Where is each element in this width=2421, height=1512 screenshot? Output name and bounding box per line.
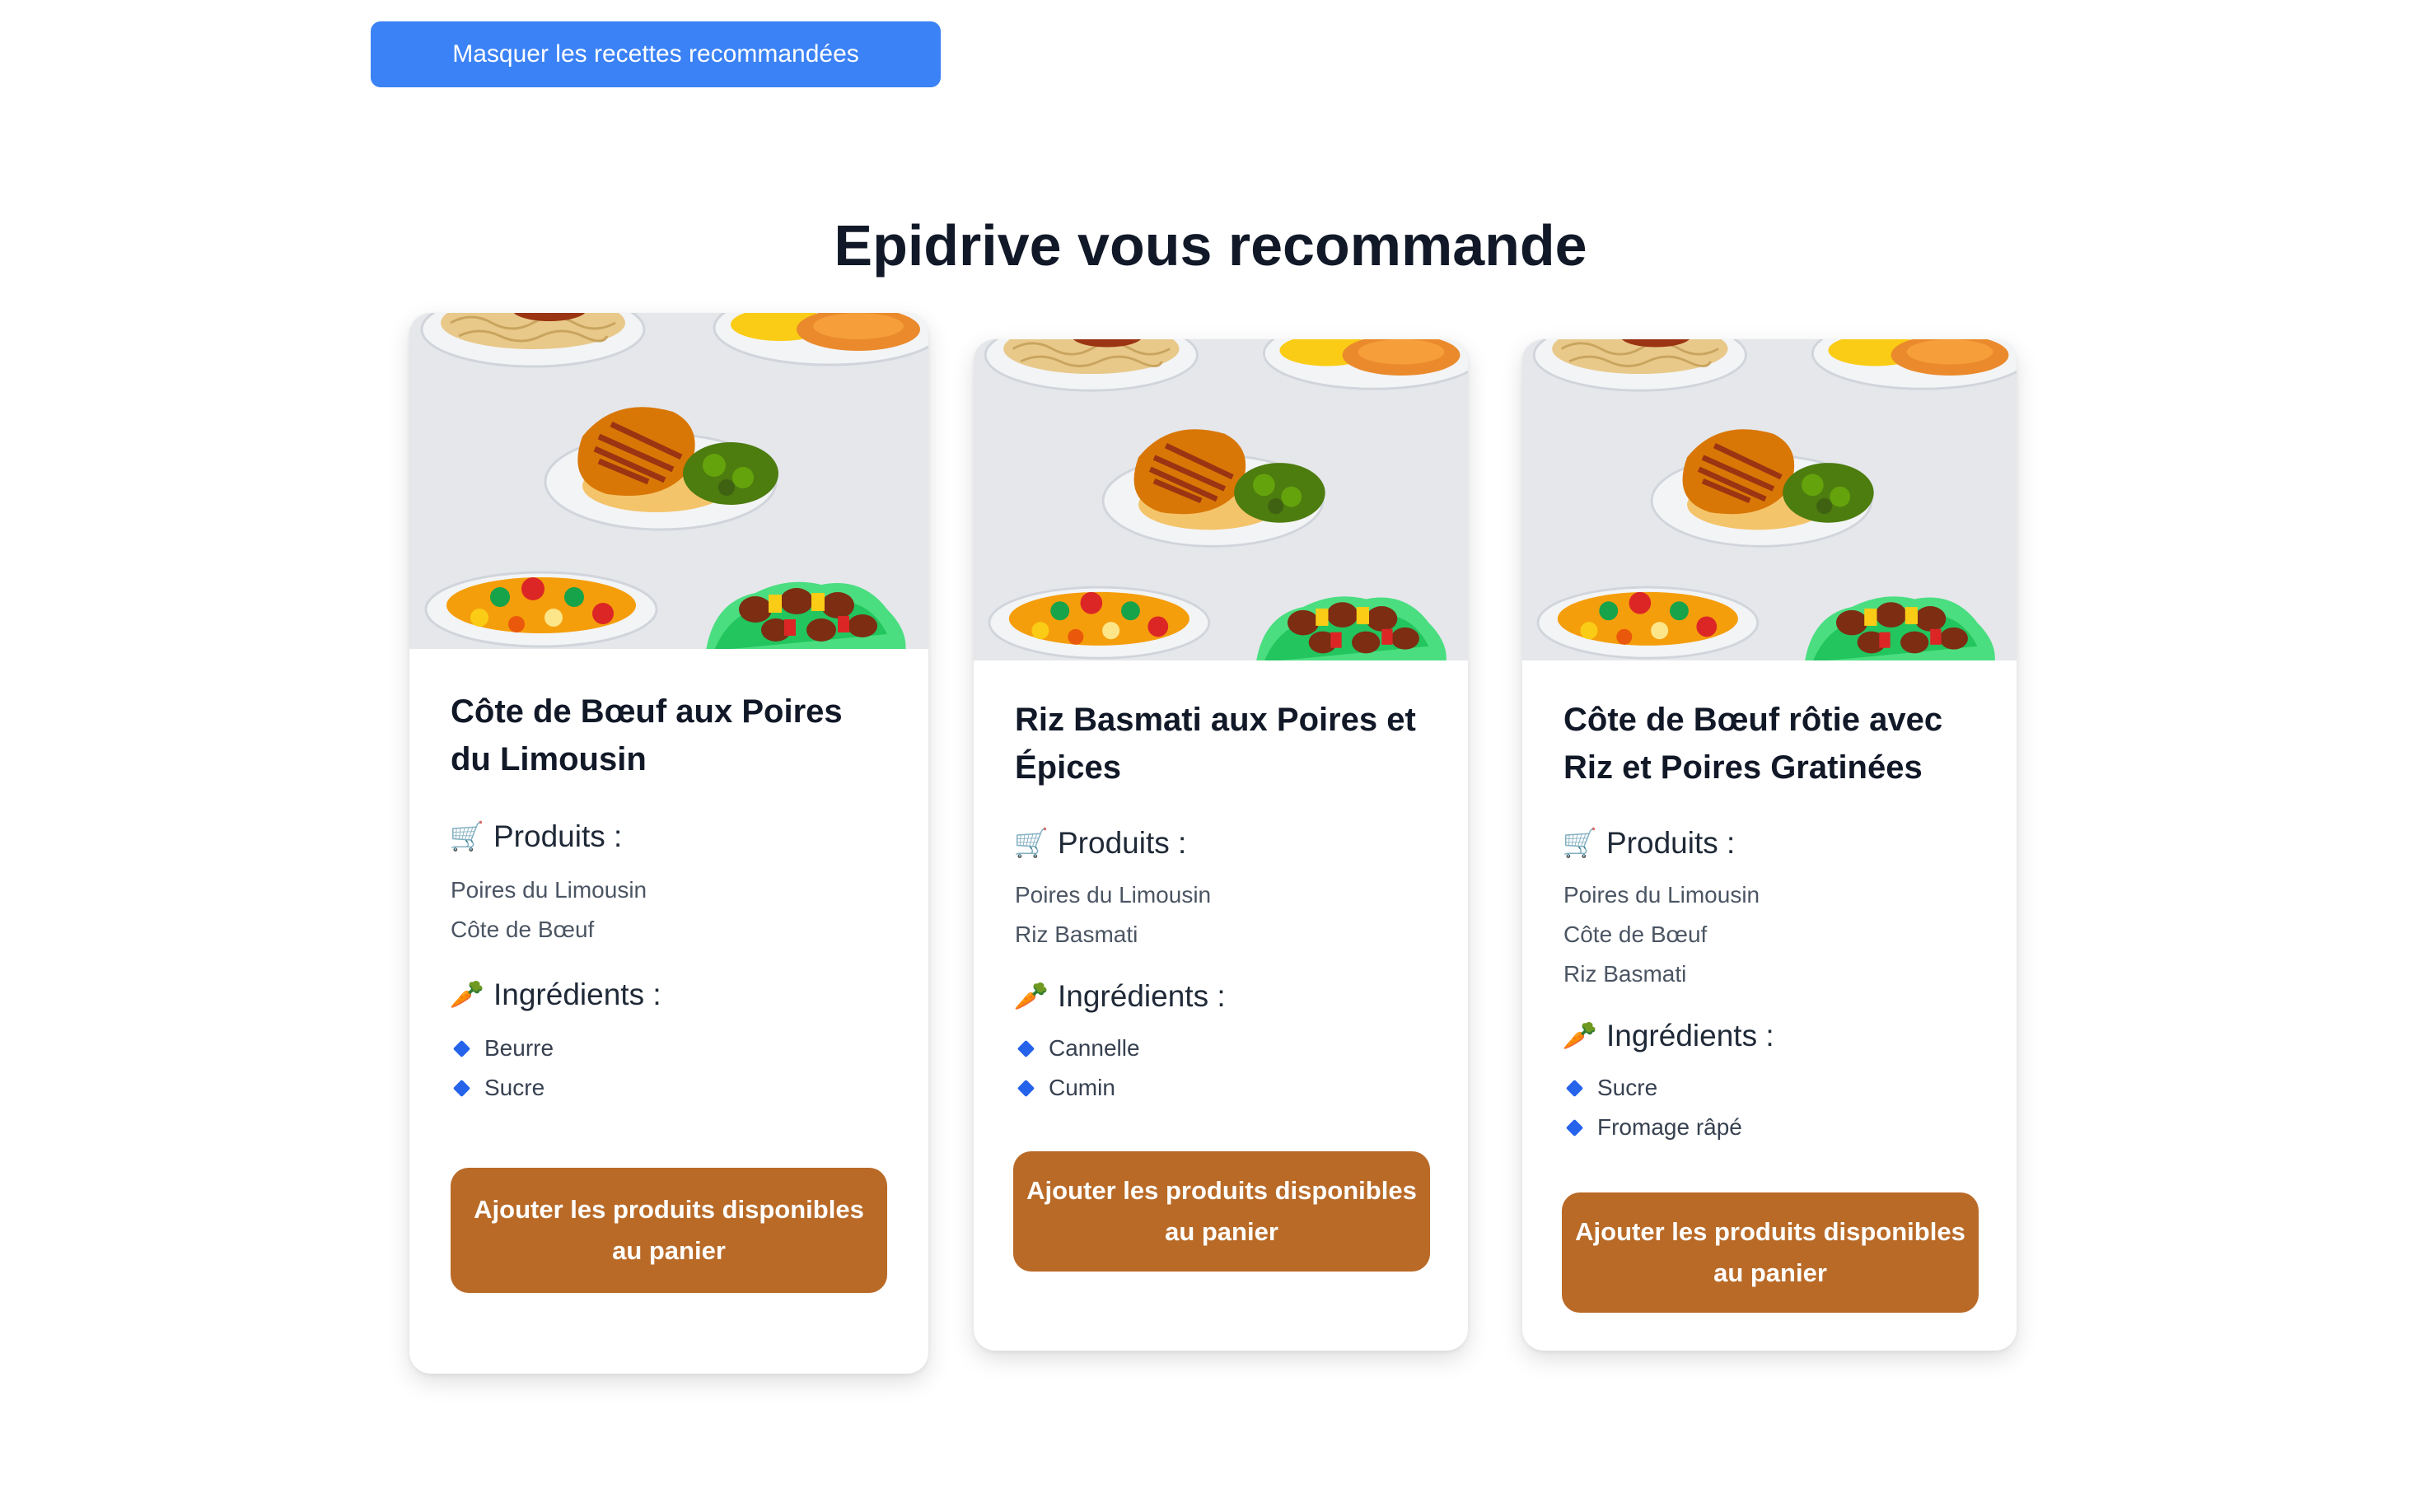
product-item: Riz Basmati — [1015, 922, 1138, 947]
blue-diamond-icon — [452, 1039, 471, 1057]
product-item: Riz Basmati — [1563, 961, 1687, 987]
recipe-title: Côte de Bœuf aux Poires du Limousin — [451, 693, 843, 777]
product-item: Côte de Bœuf — [1563, 922, 1708, 947]
blue-diamond-icon — [1017, 1039, 1035, 1057]
blue-diamond-icon — [1565, 1079, 1584, 1097]
carrot-icon: 🥕 — [449, 979, 485, 1010]
recipe-title: Côte de Bœuf rôtie avec Riz et Poires Gr… — [1563, 702, 1943, 786]
shopping-cart-icon: 🛒 — [1562, 828, 1598, 859]
add-to-cart-button[interactable]: Ajouter les produits disponibles au pani… — [451, 1168, 887, 1293]
ingredient-item: Sucre — [1563, 1068, 1975, 1108]
product-item: Poires du Limousin — [451, 877, 647, 903]
ingredient-item: Cumin — [1015, 1068, 1427, 1108]
carrot-icon: 🥕 — [1562, 1020, 1598, 1052]
ingredient-item: Beurre — [451, 1029, 887, 1068]
recipe-card: Côte de Bœuf rôtie avec Riz et Poires Gr… — [1522, 339, 2017, 1351]
product-item: Côte de Bœuf — [451, 917, 595, 942]
ingredients-heading: 🥕 Ingrédients : — [449, 978, 661, 1011]
product-item: Poires du Limousin — [1563, 882, 1760, 908]
products-heading: 🛒 Produits : — [1562, 826, 1736, 860]
recipe-title: Riz Basmati aux Poires et Épices — [1015, 702, 1416, 786]
shopping-cart-icon: 🛒 — [1013, 828, 1049, 859]
section-title: Epidrive vous recommande — [834, 213, 1587, 278]
products-heading: 🛒 Produits : — [449, 819, 623, 853]
toggle-recommendations-button[interactable]: Masquer les recettes recommandées — [371, 21, 941, 87]
blue-diamond-icon — [452, 1079, 471, 1097]
shopping-cart-icon: 🛒 — [449, 821, 485, 852]
ingredient-item: Fromage râpé — [1563, 1108, 1975, 1147]
blue-diamond-icon — [1017, 1079, 1035, 1097]
ingredient-item: Sucre — [451, 1068, 887, 1108]
recipe-image — [974, 339, 1468, 660]
product-item: Poires du Limousin — [1015, 882, 1212, 908]
recipe-image — [409, 313, 928, 649]
products-heading: 🛒 Produits : — [1013, 826, 1187, 860]
recipe-image — [1522, 339, 2017, 660]
recipe-card: Côte de Bœuf aux Poires du Limousin 🛒 Pr… — [409, 313, 928, 1374]
carrot-icon: 🥕 — [1013, 981, 1049, 1012]
ingredient-item: Cannelle — [1015, 1029, 1427, 1068]
blue-diamond-icon — [1565, 1118, 1584, 1136]
ingredients-heading: 🥕 Ingrédients : — [1013, 979, 1226, 1013]
ingredients-heading: 🥕 Ingrédients : — [1562, 1019, 1774, 1052]
recipe-card: Riz Basmati aux Poires et Épices 🛒 Produ… — [974, 339, 1468, 1351]
add-to-cart-button[interactable]: Ajouter les produits disponibles au pani… — [1562, 1192, 1979, 1313]
add-to-cart-button[interactable]: Ajouter les produits disponibles au pani… — [1013, 1151, 1430, 1272]
